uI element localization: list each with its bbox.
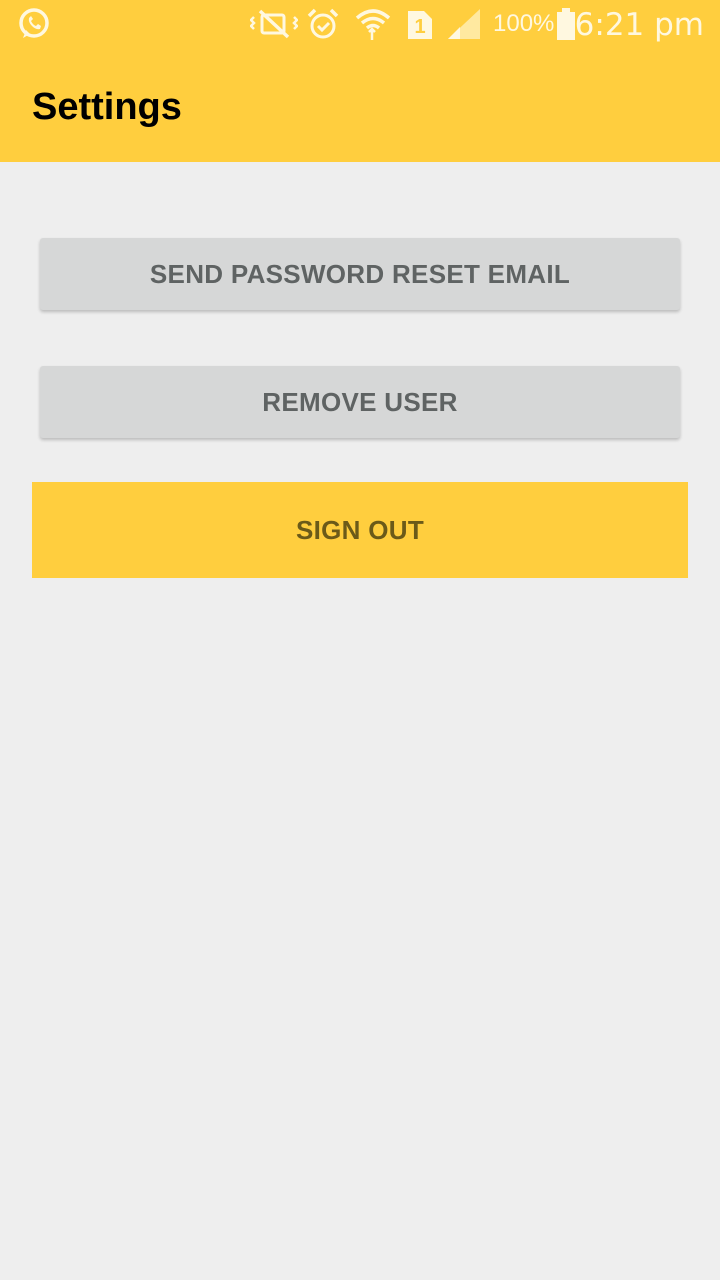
battery-percent: 100% [493,10,555,37]
remove-user-button[interactable]: REMOVE USER [40,366,680,438]
page-title: Settings [32,86,182,128]
settings-content: SEND PASSWORD RESET EMAIL REMOVE USER SI… [0,162,720,1280]
status-bar: 1 100% 6:21 pm [0,0,720,48]
sim-1-icon: 1 [406,0,434,48]
signal-icon [446,0,482,48]
sign-out-button[interactable]: SIGN OUT [32,482,688,578]
vibrate-mute-icon [250,0,298,48]
status-clock: 6:21 pm [574,7,704,43]
svg-text:1: 1 [414,16,425,38]
wifi-icon [354,0,392,48]
send-password-reset-button[interactable]: SEND PASSWORD RESET EMAIL [40,238,680,310]
whatsapp-icon [16,0,52,48]
alarm-icon [306,0,340,48]
app-bar: Settings [0,48,720,162]
